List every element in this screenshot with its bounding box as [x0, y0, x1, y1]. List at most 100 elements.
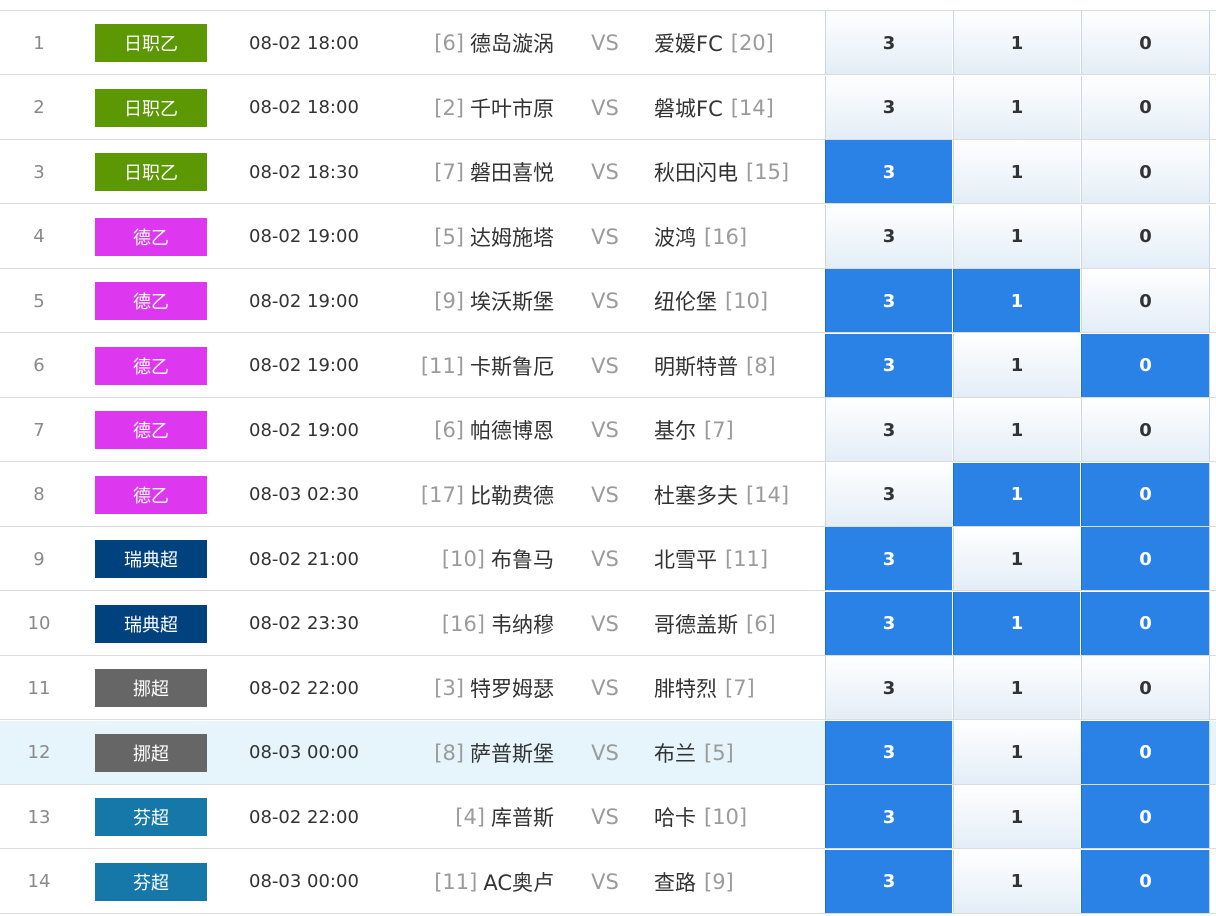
home-team[interactable]: [9] 埃沃斯堡 — [434, 269, 554, 333]
odds-loss-button[interactable]: 0 — [1081, 527, 1210, 591]
home-team[interactable]: [11] 卡斯鲁厄 — [421, 334, 554, 398]
odds-win-button[interactable]: 3 — [825, 333, 952, 398]
odds-draw-button[interactable]: 1 — [953, 656, 1080, 720]
away-team[interactable]: 腓特烈 [7] — [654, 656, 755, 720]
home-team[interactable]: [6] 帕德博恩 — [434, 398, 554, 462]
odds-win-button[interactable]: 3 — [825, 11, 952, 75]
odds-win-button[interactable]: 3 — [825, 849, 952, 914]
table-row[interactable]: 5 德乙 08-02 19:00 [9] 埃沃斯堡 VS 纽伦堡 [10] 3 1 0 — [0, 269, 1216, 333]
table-row[interactable]: 7 德乙 08-02 19:00 [6] 帕德博恩 VS 基尔 [7] 3 1 0 — [0, 398, 1216, 462]
odds-win-button[interactable]: 3 — [825, 269, 952, 333]
league-badge[interactable]: 芬超 — [95, 862, 207, 901]
home-team[interactable]: [3] 特罗姆瑟 — [434, 656, 554, 720]
home-team[interactable]: [7] 磐田喜悦 — [434, 140, 554, 204]
table-row[interactable]: 14 芬超 08-03 00:00 [11] AC奥卢 VS 查路 [9] 3 1 0 — [0, 849, 1216, 914]
odds-loss-button[interactable]: 0 — [1081, 75, 1210, 140]
away-team[interactable]: 明斯特普 [8] — [654, 334, 776, 398]
league-badge[interactable]: 德乙 — [95, 217, 207, 256]
odds-loss-button[interactable]: 0 — [1081, 11, 1210, 75]
odds-win-button[interactable]: 3 — [825, 720, 952, 785]
league-badge[interactable]: 瑞典超 — [95, 604, 207, 643]
table-row[interactable]: 4 德乙 08-02 19:00 [5] 达姆施塔 VS 波鸿 [16] 3 1 0 — [0, 204, 1216, 269]
odds-loss-button[interactable]: 0 — [1081, 591, 1210, 656]
odds-draw-button[interactable]: 1 — [953, 527, 1080, 591]
table-row[interactable]: 9 瑞典超 08-02 21:00 [10] 布鲁马 VS 北雪平 [11] 3 1 0 — [0, 527, 1216, 591]
league-badge[interactable]: 挪超 — [95, 669, 207, 707]
home-team[interactable]: [17] 比勒费德 — [421, 463, 554, 527]
league-badge[interactable]: 德乙 — [95, 475, 207, 514]
league-badge[interactable]: 日职乙 — [95, 88, 207, 127]
away-team[interactable]: 秋田闪电 [15] — [654, 140, 789, 204]
away-team[interactable]: 磐城FC [14] — [654, 76, 774, 140]
away-team[interactable]: 基尔 [7] — [654, 398, 734, 462]
odds-loss-button[interactable]: 0 — [1081, 204, 1210, 269]
table-row[interactable]: 1 日职乙 08-02 18:00 [6] 德岛漩涡 VS 爱媛FC [20] 3 1 0 — [0, 11, 1216, 75]
league-badge[interactable]: 德乙 — [95, 411, 207, 449]
odds-draw-button[interactable]: 1 — [953, 398, 1080, 462]
home-team[interactable]: [4] 库普斯 — [455, 785, 554, 849]
odds-win-button[interactable]: 3 — [825, 398, 952, 462]
odds-draw-button[interactable]: 1 — [953, 269, 1080, 333]
table-row[interactable]: 3 日职乙 08-02 18:30 [7] 磐田喜悦 VS 秋田闪电 [15] 3 1 0 — [0, 140, 1216, 204]
away-team[interactable]: 杜塞多夫 [14] — [654, 463, 789, 527]
odds-draw-button[interactable]: 1 — [953, 720, 1080, 785]
odds-draw-button[interactable]: 1 — [953, 140, 1080, 204]
odds-win-button[interactable]: 3 — [825, 75, 952, 140]
league-badge[interactable]: 芬超 — [95, 798, 207, 836]
odds-loss-button[interactable]: 0 — [1081, 785, 1210, 849]
away-team[interactable]: 纽伦堡 [10] — [654, 269, 768, 333]
odds-win-button[interactable]: 3 — [825, 591, 952, 656]
away-team[interactable]: 北雪平 [11] — [654, 527, 768, 591]
away-team[interactable]: 哥德盖斯 [6] — [654, 592, 776, 656]
league-badge[interactable]: 瑞典超 — [95, 540, 207, 578]
table-row[interactable]: 11 挪超 08-02 22:00 [3] 特罗姆瑟 VS 腓特烈 [7] 3 1 0 — [0, 656, 1216, 720]
home-rank: [7] — [434, 160, 464, 184]
away-team[interactable]: 查路 [9] — [654, 850, 734, 914]
odds-loss-button[interactable]: 0 — [1081, 269, 1210, 333]
home-team[interactable]: [8] 萨普斯堡 — [434, 721, 554, 785]
home-team[interactable]: [6] 德岛漩涡 — [434, 11, 554, 75]
odds-loss-button[interactable]: 0 — [1081, 333, 1210, 398]
odds-loss-button[interactable]: 0 — [1081, 656, 1210, 720]
away-team[interactable]: 布兰 [5] — [654, 721, 734, 785]
home-team[interactable]: [5] 达姆施塔 — [434, 205, 554, 269]
odds-loss-button[interactable]: 0 — [1081, 462, 1210, 527]
odds-loss-button[interactable]: 0 — [1081, 849, 1210, 914]
odds-win-button[interactable]: 3 — [825, 140, 952, 204]
league-badge[interactable]: 日职乙 — [95, 24, 207, 62]
odds-draw-button[interactable]: 1 — [953, 591, 1080, 656]
odds-draw-button[interactable]: 1 — [953, 11, 1080, 75]
table-row[interactable]: 2 日职乙 08-02 18:00 [2] 千叶市原 VS 磐城FC [14] 3 1 0 — [0, 75, 1216, 140]
odds-win-button[interactable]: 3 — [825, 527, 952, 591]
league-badge[interactable]: 德乙 — [95, 282, 207, 320]
odds-win-button[interactable]: 3 — [825, 462, 952, 527]
odds-win-button[interactable]: 3 — [825, 785, 952, 849]
table-row[interactable]: 6 德乙 08-02 19:00 [11] 卡斯鲁厄 VS 明斯特普 [8] 3 1 0 — [0, 333, 1216, 398]
odds-draw-button[interactable]: 1 — [953, 75, 1080, 140]
odds-win-button[interactable]: 3 — [825, 204, 952, 269]
league-badge[interactable]: 日职乙 — [95, 153, 207, 191]
odds-draw-button[interactable]: 1 — [953, 462, 1080, 527]
league-badge[interactable]: 挪超 — [95, 733, 207, 772]
odds-loss-button[interactable]: 0 — [1081, 720, 1210, 785]
home-team[interactable]: [16] 韦纳穆 — [442, 592, 554, 656]
table-row[interactable]: 10 瑞典超 08-02 23:30 [16] 韦纳穆 VS 哥德盖斯 [6] 3 1 0 — [0, 591, 1216, 656]
away-team[interactable]: 爱媛FC [20] — [654, 11, 774, 75]
league-badge[interactable]: 德乙 — [95, 346, 207, 385]
odds-draw-button[interactable]: 1 — [953, 204, 1080, 269]
odds-loss-button[interactable]: 0 — [1081, 398, 1210, 462]
away-team-name: 波鸿 — [654, 225, 696, 250]
odds-loss-button[interactable]: 0 — [1081, 140, 1210, 204]
table-row[interactable]: 13 芬超 08-02 22:00 [4] 库普斯 VS 哈卡 [10] 3 1 0 — [0, 785, 1216, 849]
odds-draw-button[interactable]: 1 — [953, 849, 1080, 914]
odds-draw-button[interactable]: 1 — [953, 333, 1080, 398]
table-row[interactable]: 8 德乙 08-03 02:30 [17] 比勒费德 VS 杜塞多夫 [14] 3 1 0 — [0, 462, 1216, 527]
odds-win-button[interactable]: 3 — [825, 656, 952, 720]
home-team[interactable]: [2] 千叶市原 — [434, 76, 554, 140]
away-team[interactable]: 波鸿 [16] — [654, 205, 747, 269]
home-team[interactable]: [10] 布鲁马 — [442, 527, 554, 591]
home-team[interactable]: [11] AC奥卢 — [434, 850, 554, 914]
odds-draw-button[interactable]: 1 — [953, 785, 1080, 849]
table-row[interactable]: 12 挪超 08-03 00:00 [8] 萨普斯堡 VS 布兰 [5] 3 1 0 — [0, 720, 1216, 785]
away-team[interactable]: 哈卡 [10] — [654, 785, 747, 849]
